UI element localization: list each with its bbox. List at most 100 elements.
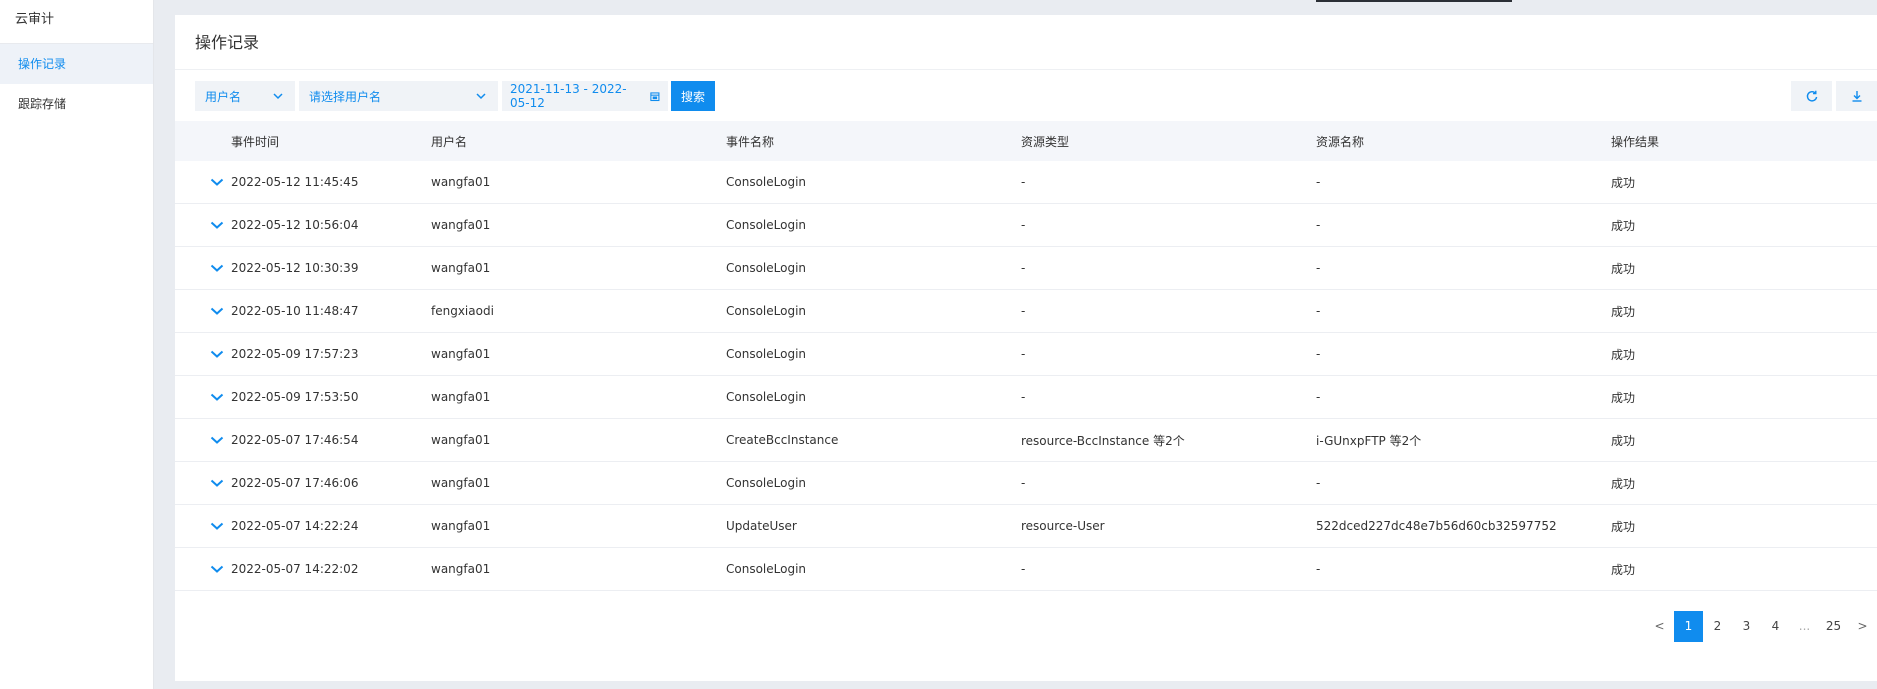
cell-result: 成功 xyxy=(1611,390,1636,405)
cell-resource-type: - xyxy=(1021,304,1026,318)
username-select[interactable]: 请选择用户名 xyxy=(299,81,498,111)
expand-row-icon[interactable] xyxy=(209,217,225,233)
column-header-result[interactable]: 操作结果 xyxy=(1611,133,1877,150)
cell-result: 成功 xyxy=(1611,304,1636,319)
sidebar-item-operation-records[interactable]: 操作记录 xyxy=(0,44,153,84)
cell-resource-name: 522dced227dc48e7b56d60cb32597752 xyxy=(1316,519,1557,533)
cell-result: 成功 xyxy=(1611,218,1636,233)
pagination-page-1[interactable]: 1 xyxy=(1674,610,1703,642)
cell-result: 成功 xyxy=(1611,347,1636,362)
column-header-event-time[interactable]: 事件时间 xyxy=(231,133,431,150)
cell-username: wangfa01 xyxy=(431,433,491,447)
expand-row-icon[interactable] xyxy=(209,346,225,362)
cell-event-time: 2022-05-07 14:22:02 xyxy=(231,562,359,576)
cell-resource-name: - xyxy=(1316,476,1321,490)
search-button[interactable]: 搜索 xyxy=(671,81,715,111)
cell-username: wangfa01 xyxy=(431,261,491,275)
table-row: 2022-05-07 14:22:02 wangfa01 ConsoleLogin -… xyxy=(175,548,1877,591)
pagination-next[interactable]: > xyxy=(1848,611,1877,642)
cell-resource-type: - xyxy=(1021,347,1026,361)
column-header-resource-type[interactable]: 资源类型 xyxy=(1021,133,1316,150)
username-placeholder: 请选择用户名 xyxy=(309,89,382,104)
cell-resource-type: - xyxy=(1021,218,1026,232)
cell-event-name: ConsoleLogin xyxy=(726,218,807,232)
pagination-page-3[interactable]: 3 xyxy=(1732,611,1761,642)
table-row: 2022-05-10 11:48:47 fengxiaodi ConsoleLogi… xyxy=(175,290,1877,333)
main-panel: 操作记录 用户名 请选择用户名 2021-11-13 - 2022-05-12 … xyxy=(175,15,1877,681)
expand-row-icon[interactable] xyxy=(209,389,225,405)
cell-resource-name: i-GUnxpFTP 等2个 xyxy=(1316,433,1422,448)
expand-row-icon[interactable] xyxy=(209,561,225,577)
cell-event-time: 2022-05-07 17:46:54 xyxy=(231,433,359,447)
cell-username: fengxiaodi xyxy=(431,304,494,318)
chevron-down-icon xyxy=(273,93,283,100)
table-row: 2022-05-09 17:53:50 wangfa01 ConsoleLogin -… xyxy=(175,376,1877,419)
date-range-value: 2021-11-13 - 2022-05-12 xyxy=(510,82,627,110)
expand-row-icon[interactable] xyxy=(209,260,225,276)
table-header: 事件时间 用户名 事件名称 资源类型 资源名称 操作结果 xyxy=(175,121,1877,161)
filter-type-value: 用户名 xyxy=(205,89,242,104)
refresh-button[interactable] xyxy=(1791,81,1832,111)
cell-resource-name: - xyxy=(1316,175,1321,189)
expand-row-icon[interactable] xyxy=(209,174,225,190)
cell-event-time: 2022-05-09 17:57:23 xyxy=(231,347,359,361)
cell-resource-type: resource-User xyxy=(1021,519,1105,533)
pagination-prev[interactable]: < xyxy=(1645,611,1674,642)
cell-resource-name: - xyxy=(1316,347,1321,361)
refresh-icon xyxy=(1806,90,1817,102)
column-header-username[interactable]: 用户名 xyxy=(431,133,726,150)
cell-username: wangfa01 xyxy=(431,175,491,189)
date-range-picker[interactable]: 2021-11-13 - 2022-05-12 xyxy=(502,81,668,111)
column-header-resource-name[interactable]: 资源名称 xyxy=(1316,133,1611,150)
cell-event-time: 2022-05-12 10:30:39 xyxy=(231,261,359,275)
table-row: 2022-05-12 10:56:04 wangfa01 ConsoleLogin -… xyxy=(175,204,1877,247)
operation-records-table: 事件时间 用户名 事件名称 资源类型 资源名称 操作结果 2022-05-12 … xyxy=(175,121,1877,591)
pagination-page-4[interactable]: 4 xyxy=(1761,611,1790,642)
pagination-ellipsis: ... xyxy=(1798,618,1811,633)
cell-resource-name: - xyxy=(1316,390,1321,404)
cell-resource-name: - xyxy=(1316,562,1321,576)
cell-username: wangfa01 xyxy=(431,218,491,232)
filter-type-select[interactable]: 用户名 xyxy=(195,81,295,111)
sidebar-item-trail-storage[interactable]: 跟踪存储 xyxy=(0,84,153,124)
cell-result: 成功 xyxy=(1611,476,1636,491)
cell-resource-type: - xyxy=(1021,562,1026,576)
cell-resource-name: - xyxy=(1316,218,1321,232)
cell-result: 成功 xyxy=(1611,562,1636,577)
pagination: < 1 2 3 4 ... 25 > xyxy=(1645,610,1877,642)
download-icon xyxy=(1852,91,1861,102)
table-row: 2022-05-12 11:45:45 wangfa01 ConsoleLogin -… xyxy=(175,161,1877,204)
cell-username: wangfa01 xyxy=(431,347,491,361)
cell-result: 成功 xyxy=(1611,433,1636,448)
cell-event-name: UpdateUser xyxy=(726,519,797,533)
cell-event-name: ConsoleLogin xyxy=(726,476,807,490)
cell-username: wangfa01 xyxy=(431,562,491,576)
pagination-page-last[interactable]: 25 xyxy=(1819,611,1848,642)
table-actions xyxy=(1787,81,1877,111)
filter-toolbar: 用户名 请选择用户名 2021-11-13 - 2022-05-12 搜索 xyxy=(195,81,715,111)
cell-event-name: ConsoleLogin xyxy=(726,390,807,404)
cell-username: wangfa01 xyxy=(431,390,491,404)
cell-result: 成功 xyxy=(1611,261,1636,276)
cell-result: 成功 xyxy=(1611,519,1636,534)
column-header-event-name[interactable]: 事件名称 xyxy=(726,133,1021,150)
expand-row-icon[interactable] xyxy=(209,303,225,319)
table-row: 2022-05-12 10:30:39 wangfa01 ConsoleLogin -… xyxy=(175,247,1877,290)
table-body: 2022-05-12 11:45:45 wangfa01 ConsoleLogin -… xyxy=(175,161,1877,591)
cell-event-name: ConsoleLogin xyxy=(726,347,807,361)
table-row: 2022-05-07 14:22:24 wangfa01 UpdateUser res… xyxy=(175,505,1877,548)
cell-username: wangfa01 xyxy=(431,476,491,490)
chevron-down-icon xyxy=(476,93,486,100)
expand-row-icon[interactable] xyxy=(209,518,225,534)
pagination-page-2[interactable]: 2 xyxy=(1703,611,1732,642)
expand-row-icon[interactable] xyxy=(209,475,225,491)
cell-event-name: ConsoleLogin xyxy=(726,562,807,576)
download-button[interactable] xyxy=(1836,81,1877,111)
cell-resource-type: - xyxy=(1021,261,1026,275)
cell-event-name: ConsoleLogin xyxy=(726,175,807,189)
cell-username: wangfa01 xyxy=(431,519,491,533)
expand-row-icon[interactable] xyxy=(209,432,225,448)
cell-event-time: 2022-05-10 11:48:47 xyxy=(231,304,359,318)
sidebar-title: 云审计 xyxy=(0,0,153,44)
calendar-icon xyxy=(650,91,660,101)
